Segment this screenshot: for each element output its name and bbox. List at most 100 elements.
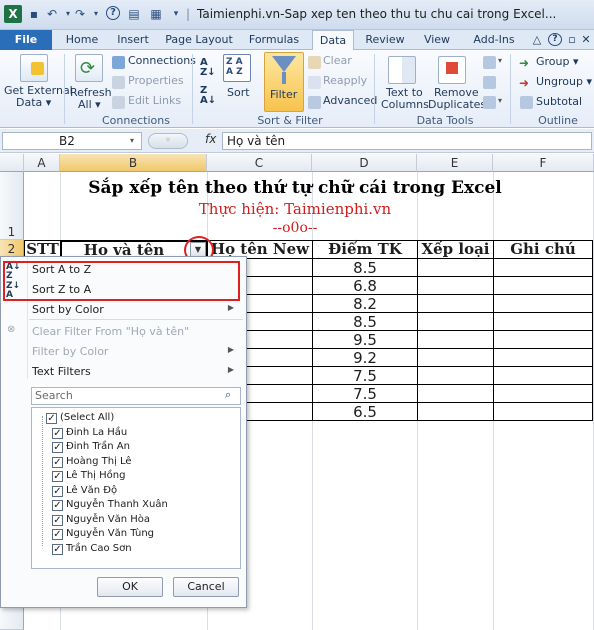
list-item[interactable]: ✓ (Select All) — [46, 410, 114, 425]
filter-values-list[interactable]: ✓ (Select All) ✓ Đinh La Hầu ✓ Đinh Trần An ✓ H… — [31, 407, 241, 569]
tab-file[interactable]: File — [0, 30, 52, 50]
score-cell[interactable]: 6.5 — [312, 402, 418, 421]
sort-button[interactable]: Sort — [227, 86, 250, 99]
score-cell[interactable]: 7.5 — [312, 384, 418, 403]
row-header-1[interactable]: 1 — [0, 172, 24, 240]
data-validation-dropdown-icon[interactable]: ▾ — [498, 56, 502, 65]
table-cell[interactable] — [493, 348, 593, 367]
restore-window-icon[interactable]: ▫ — [566, 30, 578, 50]
checkbox-checked-icon[interactable]: ✓ — [52, 442, 63, 453]
checkbox-checked-icon[interactable]: ✓ — [52, 485, 63, 497]
checkbox-checked-icon[interactable]: ✓ — [52, 456, 63, 468]
table-cell[interactable] — [493, 312, 593, 331]
checkbox-checked-icon[interactable]: ✓ — [52, 514, 63, 526]
list-item[interactable]: ✓ Đinh Trần An — [52, 439, 130, 454]
score-cell[interactable]: 8.5 — [312, 312, 418, 331]
help-icon[interactable]: ? — [106, 6, 120, 20]
table-cell[interactable] — [493, 276, 593, 295]
what-if-dropdown-icon[interactable]: ▾ — [498, 96, 502, 105]
ok-button[interactable]: OK — [97, 577, 163, 597]
properties-button[interactable]: Properties — [128, 74, 184, 87]
table-cell[interactable] — [417, 294, 494, 313]
checkbox-checked-icon[interactable]: ✓ — [52, 529, 63, 540]
table-cell[interactable] — [493, 294, 593, 313]
cancel-button[interactable]: Cancel — [173, 577, 239, 597]
undo-icon[interactable]: ↶ — [44, 6, 60, 22]
header-ghi-chu[interactable]: Ghi chú — [493, 240, 593, 259]
checkbox-checked-icon[interactable]: ✓ — [52, 543, 63, 555]
column-header-d[interactable]: D — [312, 154, 417, 172]
table-cell[interactable] — [417, 384, 494, 403]
table-cell[interactable] — [417, 402, 494, 421]
column-header-f[interactable]: F — [493, 154, 594, 172]
print-preview-icon[interactable]: ▤ — [126, 6, 142, 22]
redo-dropdown-icon[interactable]: ▾ — [88, 6, 104, 22]
list-item[interactable]: ✓ Lê Văn Độ — [52, 483, 117, 498]
sort-az-icon[interactable]: A Z↓ — [200, 58, 216, 78]
list-item[interactable]: ✓ Nguyễn Văn Hòa — [52, 512, 150, 527]
tab-add-ins[interactable]: Add-Ins — [468, 30, 520, 50]
tab-view[interactable]: View — [418, 30, 456, 50]
text-to-columns-label2[interactable]: Columns — [381, 98, 429, 111]
list-item[interactable]: ✓ Trần Cao Sơn — [52, 541, 132, 556]
sort-by-color-item[interactable]: Sort by Color ▶ — [32, 303, 242, 316]
column-header-e[interactable]: E — [417, 154, 493, 172]
column-header-c[interactable]: C — [207, 154, 312, 172]
tab-review[interactable]: Review — [362, 30, 408, 50]
text-filters-item[interactable]: Text Filters ▶ — [32, 365, 242, 378]
select-all-corner[interactable] — [0, 154, 24, 172]
remove-duplicates-label2[interactable]: Duplicates — [428, 98, 486, 111]
minimize-ribbon-icon[interactable]: △ — [530, 30, 544, 50]
consolidate-icon[interactable] — [483, 76, 496, 89]
clear-filter-item[interactable]: Clear Filter From "Họ và tên" — [32, 325, 189, 338]
advanced-button[interactable]: Advanced — [323, 94, 377, 107]
filter-label[interactable]: Filter — [270, 88, 297, 101]
name-box[interactable]: B2 — [2, 132, 142, 150]
table-cell[interactable] — [417, 258, 494, 277]
table-cell[interactable] — [493, 366, 593, 385]
table-cell[interactable] — [493, 402, 593, 421]
score-cell[interactable]: 7.5 — [312, 366, 418, 385]
table-cell[interactable] — [493, 384, 593, 403]
get-external-data-label2[interactable]: Data ▾ — [16, 96, 51, 109]
table-cell[interactable] — [417, 276, 494, 295]
checkbox-checked-icon[interactable]: ✓ — [52, 500, 63, 511]
ungroup-button[interactable]: Ungroup ▾ — [536, 75, 592, 88]
checkbox-checked-icon[interactable]: ✓ — [46, 413, 57, 424]
table-cell[interactable] — [417, 312, 494, 331]
list-item[interactable]: ✓ Nguyễn Thanh Xuân — [52, 497, 168, 512]
score-cell[interactable]: 6.8 — [312, 276, 418, 295]
group-button[interactable]: Group ▾ — [536, 55, 579, 68]
table-cell[interactable] — [493, 330, 593, 349]
list-item[interactable]: ✓ Hoàng Thị Lê — [52, 454, 132, 469]
form-icon[interactable]: ▦ — [148, 6, 164, 22]
tab-data[interactable]: Data — [312, 30, 354, 51]
refresh-label2[interactable]: All ▾ — [78, 98, 101, 111]
help-icon[interactable]: ? — [548, 33, 562, 46]
filter-by-color-item[interactable]: Filter by Color ▶ — [32, 345, 242, 358]
list-item[interactable]: ✓ Nguyễn Văn Tùng — [52, 526, 154, 541]
save-icon[interactable]: ▪ — [26, 6, 42, 22]
formula-bar-splitter[interactable]: ◦ — [148, 133, 188, 149]
tab-home[interactable]: Home — [60, 30, 104, 50]
insert-function-icon[interactable]: fx — [205, 132, 216, 146]
sort-za-icon[interactable]: Z A↓ — [200, 86, 216, 106]
tab-formulas[interactable]: Formulas — [244, 30, 304, 50]
table-cell[interactable] — [417, 366, 494, 385]
edit-links-button[interactable]: Edit Links — [128, 94, 181, 107]
filter-search-input[interactable]: Search — [31, 387, 241, 405]
score-cell[interactable]: 8.5 — [312, 258, 418, 277]
list-item[interactable]: ✓ Lê Thị Hồng — [52, 468, 125, 483]
column-header-b[interactable]: B — [60, 154, 207, 172]
table-cell[interactable] — [417, 330, 494, 349]
subtotal-button[interactable]: Subtotal — [536, 95, 582, 108]
header-xep-loai[interactable]: Xếp loại — [417, 240, 494, 259]
name-box-dropdown-icon[interactable]: ▾ — [130, 136, 134, 145]
checkbox-checked-icon[interactable]: ✓ — [52, 427, 63, 439]
checkbox-checked-icon[interactable]: ✓ — [52, 471, 63, 482]
reapply-button[interactable]: Reapply — [323, 74, 367, 87]
list-item[interactable]: ✓ Đinh La Hầu — [52, 425, 127, 440]
close-workbook-icon[interactable]: ✕ — [580, 30, 592, 50]
data-validation-icon[interactable] — [483, 56, 496, 69]
tab-page-layout[interactable]: Page Layout — [165, 30, 233, 50]
